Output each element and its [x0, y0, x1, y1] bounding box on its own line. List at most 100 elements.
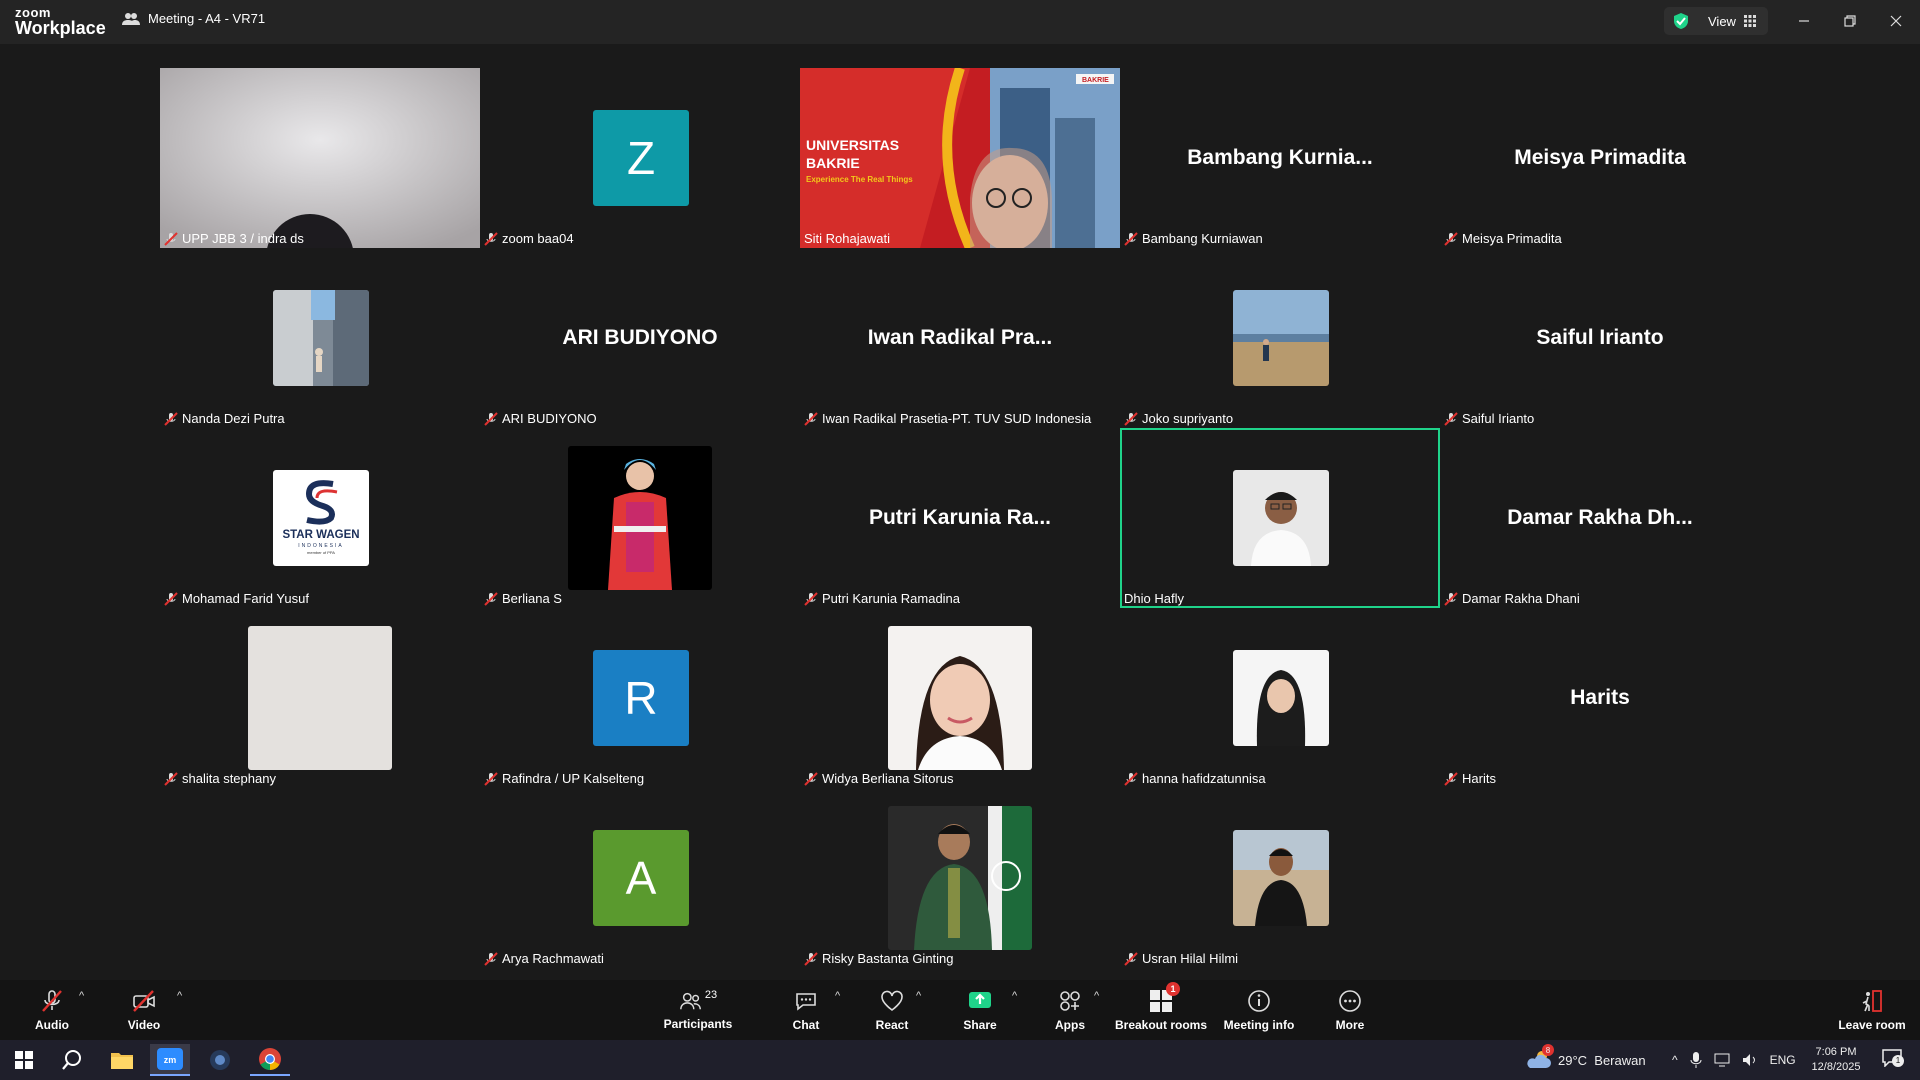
- participant-name-text: Bambang Kurniawan: [1142, 231, 1263, 246]
- participant-name: Widya Berliana Sitorus: [804, 771, 954, 786]
- info-icon: [1248, 990, 1270, 1012]
- react-options-caret-icon[interactable]: ^: [916, 990, 921, 1002]
- profile-photo: [1233, 290, 1329, 386]
- video-tile[interactable]: shalita stephany: [160, 608, 480, 788]
- mic-muted-icon: [804, 591, 818, 606]
- video-tile[interactable]: BAKRIE UNIVERSITAS BAKRIE Experience The…: [800, 68, 1120, 248]
- breakout-badge: 1: [1166, 982, 1180, 996]
- video-tile[interactable]: Putri Karunia Ra... Putri Karunia Ramadi…: [800, 428, 1120, 608]
- leave-room-button[interactable]: Leave room: [1836, 980, 1908, 1040]
- video-tile[interactable]: Widya Berliana Sitorus: [800, 608, 1120, 788]
- video-tile[interactable]: Joko supriyanto: [1120, 248, 1440, 428]
- share-label: Share: [963, 1018, 997, 1032]
- apps-label: Apps: [1055, 1018, 1085, 1032]
- audio-options-caret-icon[interactable]: ^: [79, 990, 84, 1002]
- mic-muted-icon: [1444, 771, 1458, 786]
- volume-icon[interactable]: [1742, 1053, 1758, 1067]
- meeting-info-button[interactable]: Meeting info: [1222, 980, 1296, 1040]
- restore-button[interactable]: [1838, 10, 1862, 32]
- participant-name-text: Damar Rakha Dhani: [1462, 591, 1580, 606]
- apps-button[interactable]: Apps: [1050, 980, 1090, 1040]
- meeting-title: Meeting - A4 - VR71: [122, 11, 265, 26]
- display-name: Saiful Irianto: [1536, 326, 1664, 349]
- more-button[interactable]: More: [1330, 980, 1370, 1040]
- camera-app-button[interactable]: [200, 1044, 240, 1076]
- video-tile[interactable]: hanna hafidzatunnisa: [1120, 608, 1440, 788]
- video-tile[interactable]: Harits Harits: [1440, 608, 1760, 788]
- share-button[interactable]: Share: [960, 980, 1000, 1040]
- mic-muted-icon: [484, 231, 498, 246]
- video-tile[interactable]: ARI BUDIYONO ARI BUDIYONO: [480, 248, 800, 428]
- microphone-icon[interactable]: [1690, 1052, 1702, 1068]
- video-tile[interactable]: A Arya Rachmawati: [480, 788, 800, 968]
- participant-name-text: UPP JBB 3 / indra ds: [182, 231, 304, 246]
- participants-button[interactable]: 23 Participants: [660, 980, 736, 1040]
- video-tile[interactable]: Bambang Kurnia... Bambang Kurniawan: [1120, 68, 1440, 248]
- video-tile[interactable]: Berliana S: [480, 428, 800, 608]
- participant-name-text: Dhio Hafly: [1124, 591, 1184, 606]
- clock-time: 7:06 PM: [1815, 1046, 1857, 1058]
- video-tile[interactable]: R Rafindra / UP Kalselteng: [480, 608, 800, 788]
- weather-widget[interactable]: 8 29°C Berawan: [1526, 1040, 1646, 1080]
- react-button[interactable]: React: [872, 980, 912, 1040]
- participant-name: Arya Rachmawati: [484, 951, 604, 966]
- chevron-up-icon[interactable]: ^: [1672, 1053, 1678, 1067]
- leave-room-label: Leave room: [1838, 1018, 1906, 1032]
- profile-photo: [888, 806, 1032, 950]
- video-options-caret-icon[interactable]: ^: [177, 990, 182, 1002]
- view-button[interactable]: View: [1664, 7, 1768, 35]
- participant-name: UPP JBB 3 / indra ds: [164, 231, 304, 246]
- video-tile[interactable]: Risky Bastanta Ginting: [800, 788, 1120, 968]
- leave-door-icon: [1862, 990, 1882, 1012]
- breakout-rooms-button[interactable]: 1 Breakout rooms: [1114, 980, 1208, 1040]
- file-explorer-button[interactable]: [102, 1044, 142, 1076]
- video-tile[interactable]: Meisya Primadita Meisya Primadita: [1440, 68, 1760, 248]
- chat-options-caret-icon[interactable]: ^: [835, 990, 840, 1002]
- video-tile[interactable]: Saiful Irianto Saiful Irianto: [1440, 248, 1760, 428]
- chat-button[interactable]: Chat: [786, 980, 826, 1040]
- participants-icon: [679, 992, 701, 1010]
- windows-logo-icon: [15, 1051, 33, 1069]
- notifications-button[interactable]: 1: [1872, 1044, 1912, 1076]
- slide-tagline: Experience The Real Things: [806, 175, 913, 184]
- network-icon[interactable]: [1714, 1053, 1730, 1067]
- chrome-button[interactable]: [250, 1044, 290, 1076]
- video-tile[interactable]: Nanda Dezi Putra: [160, 248, 480, 428]
- video-tile[interactable]: Damar Rakha Dh... Damar Rakha Dhani: [1440, 428, 1760, 608]
- mic-muted-icon: [1444, 591, 1458, 606]
- mic-muted-icon: [164, 231, 178, 246]
- apps-options-caret-icon[interactable]: ^: [1094, 990, 1099, 1002]
- minimize-icon: [1799, 20, 1809, 22]
- avatar: R: [593, 650, 689, 746]
- participant-name: Usran Hilal Hilmi: [1124, 951, 1238, 966]
- video-tile[interactable]: UPP JBB 3 / indra ds: [160, 68, 480, 248]
- breakout-rooms-label: Breakout rooms: [1114, 1018, 1208, 1032]
- minimize-button[interactable]: [1792, 10, 1816, 32]
- share-options-caret-icon[interactable]: ^: [1012, 990, 1017, 1002]
- mic-muted-icon: [1444, 231, 1458, 246]
- video-tile[interactable]: Usran Hilal Hilmi: [1120, 788, 1440, 968]
- video-tile-active-speaker[interactable]: Dhio Hafly: [1120, 428, 1440, 608]
- profile-photo: [1233, 650, 1329, 746]
- video-tile[interactable]: STAR WAGEN INDONESIA member of PPA Moham…: [160, 428, 480, 608]
- participant-name-text: Widya Berliana Sitorus: [822, 771, 954, 786]
- video-tile[interactable]: Iwan Radikal Pra... Iwan Radikal Praseti…: [800, 248, 1120, 428]
- heart-icon: [881, 990, 903, 1011]
- participant-name: hanna hafidzatunnisa: [1124, 771, 1266, 786]
- language-indicator[interactable]: ENG: [1770, 1053, 1796, 1067]
- zoom-taskbar-button[interactable]: zm: [150, 1044, 190, 1076]
- mic-muted-icon: [1444, 411, 1458, 426]
- display-name: Damar Rakha Dh...: [1507, 506, 1693, 529]
- system-tray: ^ ENG: [1672, 1040, 1796, 1080]
- video-gallery: UPP JBB 3 / indra ds Z zoom baa04 BAKRIE…: [0, 44, 1920, 980]
- video-button[interactable]: Video: [124, 980, 164, 1040]
- clock[interactable]: 7:06 PM 12/8/2025: [1806, 1040, 1866, 1080]
- search-button[interactable]: [52, 1044, 92, 1076]
- audio-button[interactable]: Audio: [32, 980, 72, 1040]
- video-tile[interactable]: Z zoom baa04: [480, 68, 800, 248]
- close-button[interactable]: [1884, 10, 1908, 32]
- camera-video: BAKRIE UNIVERSITAS BAKRIE Experience The…: [800, 68, 1120, 248]
- start-button[interactable]: [4, 1044, 44, 1076]
- participant-name-text: Harits: [1462, 771, 1496, 786]
- participant-name-text: Meisya Primadita: [1462, 231, 1562, 246]
